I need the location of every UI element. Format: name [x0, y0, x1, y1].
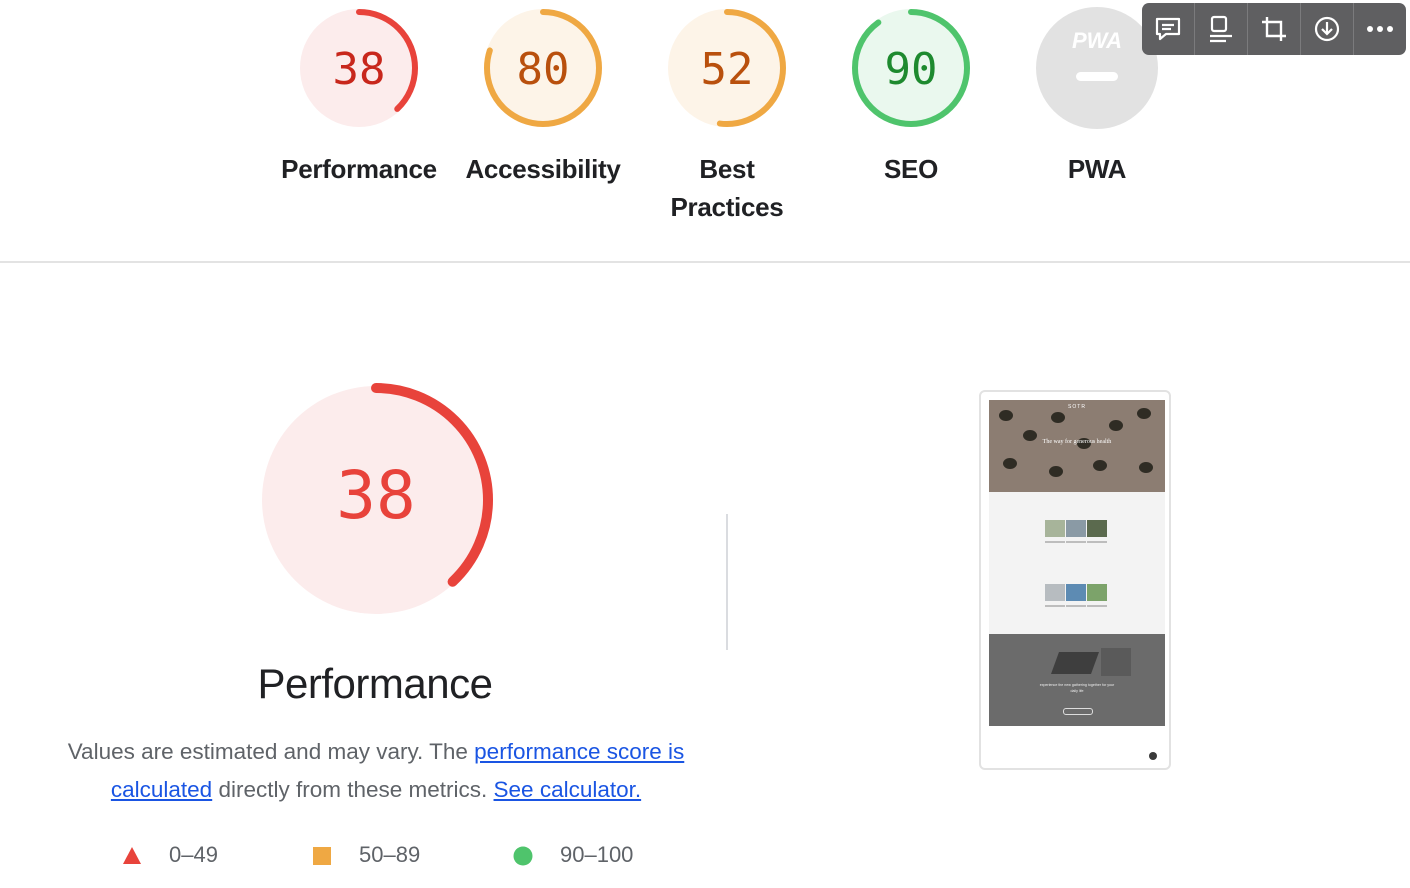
legend-fail-label: 0–49 [169, 842, 218, 867]
performance-main-score: 38 [336, 457, 415, 534]
performance-score-gauge: 38 [300, 9, 418, 127]
best-practices-label-line2: Practices [670, 192, 784, 222]
legend-pass-label: 90–100 [560, 842, 634, 867]
performance-label: Performance [281, 154, 437, 184]
pwa-logo-icon: PWA [1072, 28, 1122, 53]
best-practices-score-gauge: 52 [668, 9, 786, 127]
accessibility-score: 80 [517, 44, 570, 95]
pwa-dash-icon [1076, 72, 1118, 81]
preview-product-banner: experience the new gathering together fo… [989, 634, 1165, 726]
legend-average: 50–89 [311, 842, 420, 868]
crop-button[interactable] [1248, 3, 1301, 55]
best-practices-label: Best Practices [642, 150, 812, 226]
seo-score: 90 [885, 44, 938, 95]
preview-indicator-dot [1149, 752, 1157, 760]
score-legend: 0–49 50–89 90–100 [0, 842, 700, 874]
vertical-separator [726, 514, 728, 650]
legend-pass: 90–100 [512, 842, 633, 868]
download-button[interactable] [1301, 3, 1354, 55]
see-calculator-link[interactable]: See calculator. [494, 777, 642, 802]
preview-headline: The way for generous health [1042, 439, 1112, 445]
preview-hero: SOTR The way for generous health [989, 400, 1165, 492]
performance-main-gauge: 38 [259, 383, 493, 617]
page-screenshot-preview[interactable]: SOTR The way for generous health experie… [979, 390, 1171, 770]
more-button[interactable] [1354, 3, 1406, 55]
comment-icon [1155, 17, 1181, 41]
accessibility-score-gauge: 80 [484, 9, 602, 127]
category-accessibility[interactable]: 80 Accessibility [458, 6, 628, 188]
triangle-icon [123, 847, 141, 864]
screenshot-button[interactable] [1195, 3, 1248, 55]
category-performance[interactable]: 38 Performance [274, 6, 444, 188]
screenshot-icon [1210, 15, 1232, 43]
legend-average-label: 50–89 [359, 842, 421, 867]
legend-fail: 0–49 [121, 842, 218, 868]
accessibility-label: Accessibility [465, 154, 621, 184]
more-icon [1367, 26, 1393, 32]
performance-score: 38 [333, 44, 386, 95]
crop-icon [1262, 17, 1286, 41]
performance-description: Values are estimated and may vary. The p… [60, 733, 692, 809]
comment-button[interactable] [1142, 3, 1195, 55]
circle-icon [513, 846, 533, 866]
category-seo[interactable]: 90 SEO [826, 6, 996, 188]
best-practices-score: 52 [701, 44, 754, 95]
desc-text-1: Values are estimated and may vary. The [67, 739, 475, 764]
category-best-practices[interactable]: 52 Best Practices [642, 6, 812, 226]
best-practices-label-line1: Best [699, 154, 755, 184]
pwa-label: PWA [1067, 154, 1127, 184]
square-icon [313, 847, 331, 865]
preview-dark-caption: experience the new gathering together fo… [1039, 683, 1115, 693]
preview-screen: SOTR The way for generous health experie… [989, 400, 1165, 726]
preview-brand: SOTR [1068, 404, 1086, 410]
seo-label: SEO [883, 154, 938, 184]
performance-heading: Performance [257, 660, 493, 707]
pwa-badge: PWA [1036, 7, 1158, 129]
seo-score-gauge: 90 [852, 9, 970, 127]
desc-text-2: directly from these metrics. [212, 777, 494, 802]
download-icon [1314, 16, 1340, 42]
section-divider [0, 261, 1410, 263]
screenshot-toolbar [1142, 3, 1406, 55]
